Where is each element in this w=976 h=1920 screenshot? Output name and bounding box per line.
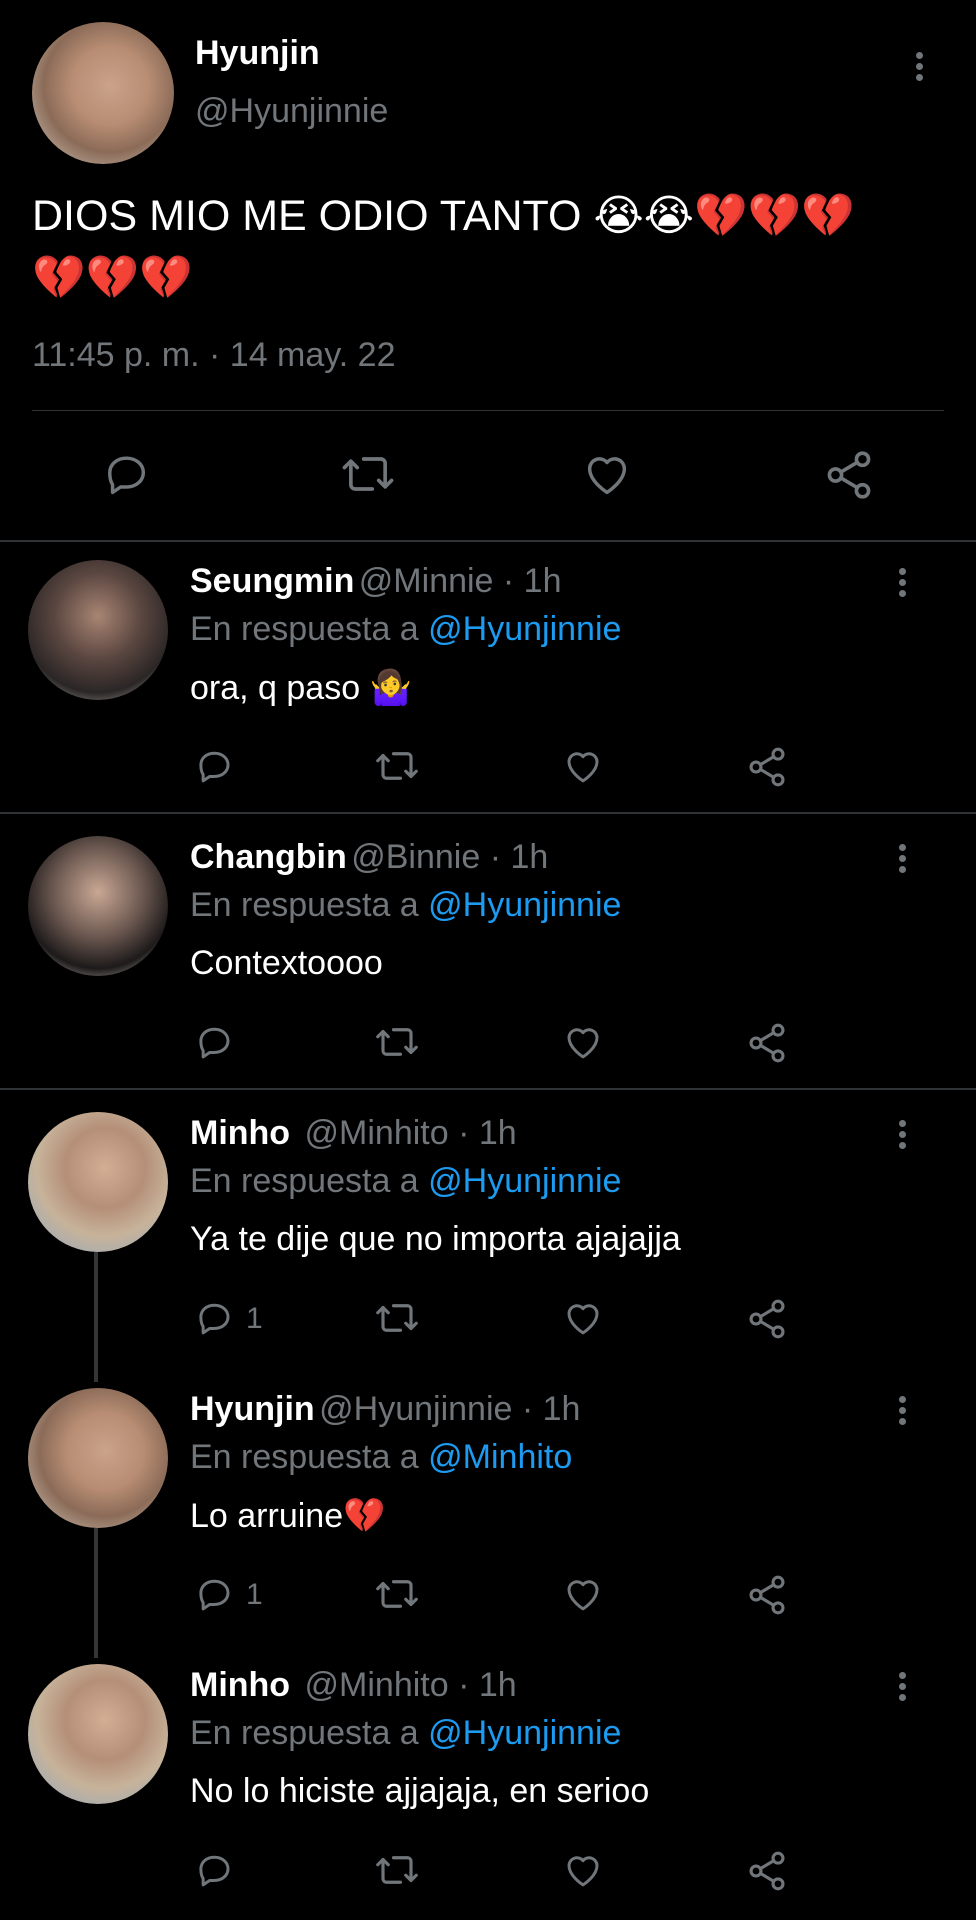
more-options-icon[interactable] — [888, 1392, 916, 1432]
share-icon[interactable] — [822, 448, 876, 502]
reply-icon[interactable] — [193, 1021, 235, 1063]
reply-header: Hyunjin @Hyunjinnie · 1h — [190, 1390, 580, 1429]
retweet-icon[interactable] — [372, 1297, 422, 1339]
in-reply-to: En respuesta a @Hyunjinnie — [190, 886, 621, 925]
reply-header: Seungmin @Minnie · 1h — [190, 562, 562, 601]
mention-link[interactable]: @Hyunjinnie — [428, 610, 621, 648]
mention-link[interactable]: @Hyunjinnie — [428, 1714, 621, 1752]
author-handle[interactable]: @Hyunjinnie — [195, 92, 388, 131]
in-reply-to-label: En respuesta a — [190, 886, 419, 924]
reply-icon[interactable] — [193, 1297, 235, 1339]
tweet-text: DIOS MIO ME ODIO TANTO 😭😭💔💔💔 💔💔💔 — [32, 185, 932, 309]
retweet-icon[interactable] — [338, 448, 398, 500]
avatar[interactable] — [28, 836, 168, 976]
reply-text-content: ora, q paso — [190, 669, 361, 707]
share-icon[interactable] — [745, 1297, 789, 1341]
reply-author-handle[interactable]: @Hyunjinnie · 1h — [319, 1390, 580, 1428]
reply-author-name[interactable]: Minho — [190, 1666, 290, 1704]
like-icon[interactable] — [561, 1021, 605, 1063]
reply-text: Lo arruine💔 — [190, 1496, 385, 1536]
avatar[interactable] — [32, 22, 174, 164]
like-icon[interactable] — [561, 745, 605, 787]
share-icon[interactable] — [745, 1573, 789, 1617]
in-reply-to: En respuesta a @Hyunjinnie — [190, 610, 621, 649]
more-options-icon[interactable] — [888, 1668, 916, 1708]
reply-author-name[interactable]: Seungmin — [190, 562, 354, 600]
more-options-icon[interactable] — [905, 48, 933, 88]
reply-count: 1 — [246, 1302, 263, 1335]
reply-icon[interactable] — [193, 745, 235, 787]
reply-header: Minho @Minhito · 1h — [190, 1666, 517, 1705]
reply-author-name[interactable]: Changbin — [190, 838, 347, 876]
avatar[interactable] — [28, 1388, 168, 1528]
tweet-emoji-line2: 💔💔💔 — [32, 253, 193, 303]
in-reply-to: En respuesta a @Hyunjinnie — [190, 1714, 621, 1753]
avatar[interactable] — [28, 560, 168, 700]
reply-icon[interactable] — [193, 1849, 235, 1891]
reply-text: ora, q paso 🤷‍♀️ — [190, 668, 412, 708]
reply-text-content: No lo hiciste ajjajaja, en serioo — [190, 1772, 650, 1810]
more-options-icon[interactable] — [888, 840, 916, 880]
like-icon[interactable] — [580, 448, 634, 500]
reply-icon[interactable] — [100, 448, 152, 500]
reply-text: No lo hiciste ajjajaja, en serioo — [190, 1772, 649, 1811]
like-icon[interactable] — [561, 1297, 605, 1339]
retweet-icon[interactable] — [372, 1573, 422, 1615]
thread-connector — [94, 1252, 98, 1382]
reply-emoji: 🤷‍♀️ — [369, 668, 412, 708]
divider — [0, 1088, 976, 1090]
like-icon[interactable] — [561, 1573, 605, 1615]
reply-header: Changbin @Binnie · 1h — [190, 838, 548, 877]
divider — [0, 540, 976, 542]
like-icon[interactable] — [561, 1849, 605, 1891]
in-reply-to: En respuesta a @Hyunjinnie — [190, 1162, 621, 1201]
reply-author-handle[interactable]: @Minhito · 1h — [305, 1666, 517, 1704]
reply-author-handle[interactable]: @Binnie · 1h — [351, 838, 548, 876]
tweet-emoji-line1: 😭😭💔💔💔 — [593, 191, 855, 241]
tweet-timestamp[interactable]: 11:45 p. m. · 14 may. 22 — [32, 336, 395, 375]
reply-author-handle[interactable]: @Minhito · 1h — [305, 1114, 517, 1152]
reply-header: Minho @Minhito · 1h — [190, 1114, 517, 1153]
mention-link[interactable]: @Minhito — [428, 1438, 572, 1476]
thread-connector — [94, 1528, 98, 1658]
tweet-text-line1: DIOS MIO ME ODIO TANTO — [32, 192, 582, 240]
share-icon[interactable] — [745, 745, 789, 789]
retweet-icon[interactable] — [372, 745, 422, 787]
more-options-icon[interactable] — [888, 564, 916, 604]
retweet-icon[interactable] — [372, 1849, 422, 1891]
in-reply-to-label: En respuesta a — [190, 1438, 419, 1476]
reply-text-content: Ya te dije que no importa ajajajja — [190, 1220, 681, 1258]
divider — [0, 812, 976, 814]
in-reply-to-label: En respuesta a — [190, 1714, 419, 1752]
in-reply-to: En respuesta a @Minhito — [190, 1438, 572, 1477]
author-name[interactable]: Hyunjin — [195, 34, 320, 73]
divider — [32, 410, 944, 411]
more-options-icon[interactable] — [888, 1116, 916, 1156]
share-icon[interactable] — [745, 1021, 789, 1065]
reply-author-handle[interactable]: @Minnie · 1h — [359, 562, 562, 600]
retweet-icon[interactable] — [372, 1021, 422, 1063]
reply-emoji: 💔 — [343, 1496, 386, 1536]
reply-text-content: Contextoooo — [190, 944, 383, 982]
reply-text-content: Lo arruine — [190, 1497, 344, 1535]
reply-author-name[interactable]: Minho — [190, 1114, 290, 1152]
reply-author-name[interactable]: Hyunjin — [190, 1390, 315, 1428]
share-icon[interactable] — [745, 1849, 789, 1893]
reply-count: 1 — [246, 1578, 263, 1611]
mention-link[interactable]: @Hyunjinnie — [428, 886, 621, 924]
avatar[interactable] — [28, 1664, 168, 1804]
in-reply-to-label: En respuesta a — [190, 610, 419, 648]
in-reply-to-label: En respuesta a — [190, 1162, 419, 1200]
mention-link[interactable]: @Hyunjinnie — [428, 1162, 621, 1200]
reply-icon[interactable] — [193, 1573, 235, 1615]
avatar[interactable] — [28, 1112, 168, 1252]
reply-text: Contextoooo — [190, 944, 383, 983]
reply-text: Ya te dije que no importa ajajajja — [190, 1220, 681, 1259]
